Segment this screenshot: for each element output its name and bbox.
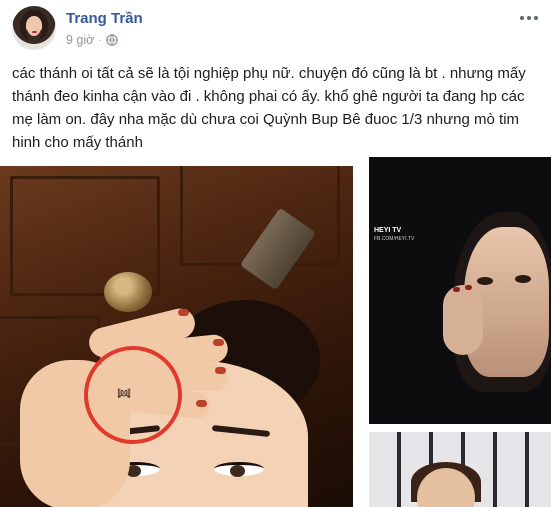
- facebook-post: Trang Trần 9 giờ · các thánh oi tất cả s…: [0, 0, 551, 507]
- girl-eye: [477, 277, 493, 285]
- post-timestamp[interactable]: 9 giờ: [66, 33, 94, 47]
- eye: [214, 462, 264, 477]
- watermark-title: HEYI TV: [374, 227, 402, 234]
- avatar-face: [27, 18, 41, 36]
- more-options-icon[interactable]: [516, 8, 542, 28]
- more-dot: [520, 16, 524, 20]
- fingernail: [213, 339, 224, 346]
- meta-separator: ·: [98, 34, 102, 46]
- fingernail: [215, 367, 226, 374]
- fingernail: [196, 400, 207, 407]
- post-text: các thánh oi tất cả sẽ là tội nghiệp phụ…: [12, 65, 526, 151]
- avatar-lips: [32, 31, 37, 33]
- door-knob: [104, 272, 152, 312]
- more-dot: [534, 16, 538, 20]
- watermark: HEYI TV FB.COM/HEYI.TV: [374, 227, 414, 243]
- iris: [230, 465, 245, 477]
- author-avatar[interactable]: [12, 6, 56, 50]
- author-name[interactable]: Trang Trần: [66, 10, 143, 27]
- girl-hand: [443, 285, 483, 355]
- watermark-subtitle: FB.COM/HEYI.TV: [374, 236, 415, 242]
- photo-top-right[interactable]: HEYI TV FB.COM/HEYI.TV: [369, 157, 551, 424]
- fingernail: [178, 309, 189, 316]
- globe-icon[interactable]: [105, 34, 118, 46]
- girl-nail: [453, 287, 460, 292]
- photo-bottom-right[interactable]: [369, 432, 551, 507]
- girl-nail: [465, 285, 472, 290]
- girl-eye: [515, 275, 531, 283]
- more-dot: [527, 16, 531, 20]
- post-meta: 9 giờ ·: [66, 33, 118, 47]
